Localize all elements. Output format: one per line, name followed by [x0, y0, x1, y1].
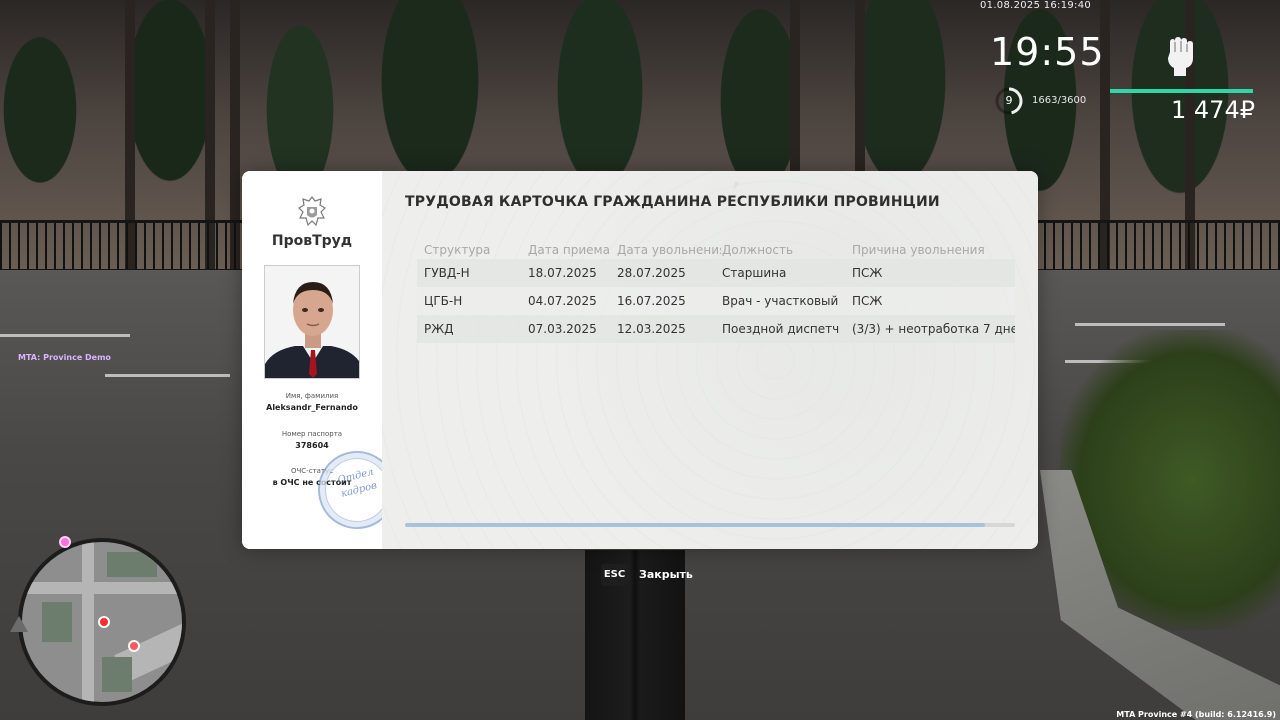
- cell-hire-date: 07.03.2025: [528, 322, 597, 336]
- employment-history-table: Структура Дата приема Дата увольнения До…: [417, 241, 1015, 343]
- cell-hire-date: 04.07.2025: [528, 294, 597, 308]
- minimap-block: [102, 657, 132, 692]
- health-bar: [1110, 89, 1253, 93]
- employment-history-panel: ТРУДОВАЯ КАРТОЧКА ГРАЖДАНИНА РЕСПУБЛИКИ …: [382, 171, 1038, 549]
- passport-value: 378604: [295, 441, 329, 450]
- column-header-position: Должность: [722, 243, 794, 257]
- money-balance: 1 474₽: [1171, 96, 1255, 124]
- column-header-dismissal-date: Дата увольнения: [617, 243, 721, 257]
- health-bar-fill: [1110, 89, 1253, 93]
- lane-marking: [1075, 323, 1225, 326]
- table-row: ГУВД-Н 18.07.2025 28.07.2025 Старшина ПС…: [417, 259, 1015, 287]
- name-value: Aleksandr_Fernando: [266, 403, 358, 412]
- minimap-road: [22, 582, 182, 594]
- cell-dismissal-reason: ПСЖ: [852, 266, 883, 280]
- cell-dismissal-date: 16.07.2025: [617, 294, 686, 308]
- minimap-block: [107, 552, 157, 577]
- experience-counter: 1663/3600: [1032, 95, 1087, 106]
- minimap-road: [82, 542, 94, 702]
- portrait-illustration: [265, 266, 359, 378]
- cell-structure: ЦГБ-Н: [424, 294, 463, 308]
- cell-dismissal-date: 28.07.2025: [617, 266, 686, 280]
- cell-structure: РЖД: [424, 322, 454, 336]
- esc-key-button[interactable]: ESC: [601, 564, 628, 586]
- scrollbar-thumb[interactable]: [405, 523, 985, 527]
- column-header-hire-date: Дата приема: [528, 243, 610, 257]
- close-button[interactable]: Закрыть: [639, 568, 693, 581]
- lane-marking: [105, 374, 230, 377]
- lane-marking: [0, 334, 130, 337]
- coat-of-arms-icon: [298, 196, 326, 227]
- north-arrow-icon: [10, 616, 28, 632]
- horizontal-scrollbar[interactable]: [405, 523, 1015, 527]
- table-row: ЦГБ-Н 04.07.2025 16.07.2025 Врач - участ…: [417, 287, 1015, 315]
- server-tag: MTA: Province Demo: [18, 353, 111, 362]
- cell-structure: ГУВД-Н: [424, 266, 470, 280]
- column-header-dismissal-reason: Причина увольнения: [852, 243, 985, 257]
- cell-hire-date: 18.07.2025: [528, 266, 597, 280]
- hud-datetime: 01.08.2025 16:19:40: [980, 0, 1092, 11]
- minimap-block: [42, 602, 72, 642]
- passport-label: Номер паспорта: [281, 430, 343, 438]
- cell-position: Поездной диспетчер: [722, 322, 839, 336]
- fist-icon: [1168, 37, 1193, 76]
- cell-position: Врач - участковый: [722, 294, 839, 308]
- organization-name: ПровТруд: [271, 233, 353, 249]
- citizen-photo: [264, 265, 360, 379]
- table-header: Структура Дата приема Дата увольнения До…: [417, 241, 1015, 259]
- waypoint-pin-icon: [59, 536, 71, 548]
- cell-dismissal-reason: ПСЖ: [852, 294, 883, 308]
- cell-position: Старшина: [722, 266, 787, 280]
- build-tag: MTA Province #4 (build: 6.12416.9): [1116, 710, 1276, 719]
- player-marker-icon: [98, 616, 110, 628]
- location-marker-icon: [128, 640, 140, 652]
- cell-dismissal-date: 12.03.2025: [617, 322, 686, 336]
- hud-clock: 19:55: [990, 30, 1105, 74]
- employment-card-modal: ПровТруд Имя, фамилия Aleksandr_Fernando…: [242, 171, 1038, 549]
- cell-dismissal-reason: (3/3) + неотработка 7 дней: [852, 322, 1015, 336]
- player-level: 9: [1005, 94, 1013, 107]
- minimap: [18, 538, 186, 706]
- name-label: Имя, фамилия: [285, 392, 339, 400]
- column-header-structure: Структура: [424, 243, 491, 257]
- card-title: ТРУДОВАЯ КАРТОЧКА ГРАЖДАНИНА РЕСПУБЛИКИ …: [405, 194, 940, 210]
- table-row: РЖД 07.03.2025 12.03.2025 Поездной диспе…: [417, 315, 1015, 343]
